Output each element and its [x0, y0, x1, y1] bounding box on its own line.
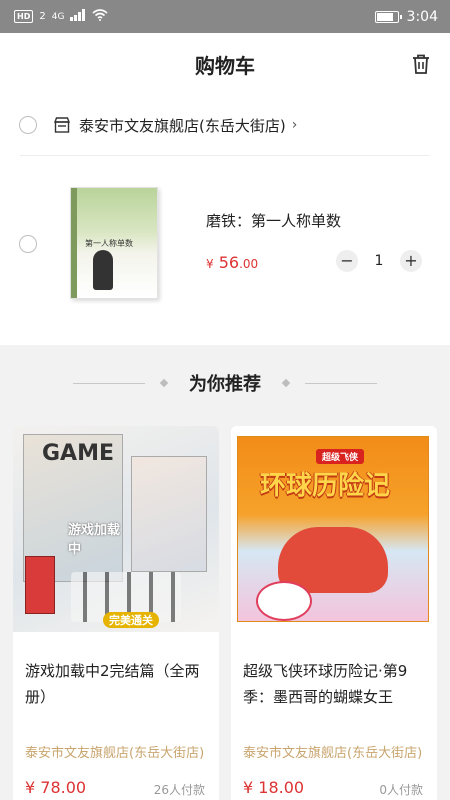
diamond-icon — [159, 378, 169, 388]
product-image[interactable]: 超级飞侠 环球历险记 — [231, 426, 437, 632]
product-store[interactable]: 泰安市文友旗舰店(东岳大街店) — [243, 742, 423, 761]
product-store[interactable]: 泰安市文友旗舰店(东岳大街店) — [25, 742, 205, 761]
sim-indicator: 2 — [39, 11, 46, 22]
cover-badge: 超级飞侠 — [316, 449, 365, 464]
network-indicator: 4G — [51, 11, 65, 22]
store-icon — [53, 116, 71, 134]
price-integer: 56 — [218, 253, 240, 272]
cover-title: 第一人称单数 — [85, 239, 133, 248]
cover-title: 游戏加载中 — [68, 523, 121, 557]
shop-name[interactable]: 泰安市文友旗舰店(东岳大街店) — [79, 115, 286, 136]
chevron-right-icon: › — [291, 117, 298, 133]
product-price: ¥ 78.00 — [25, 778, 87, 797]
battery-icon — [374, 10, 402, 23]
cart-section: 泰安市文友旗舰店(东岳大街店) › 第一人称单数 磨铁：第一人称单数 ¥ 56.… — [0, 95, 450, 345]
quantity-value[interactable]: 1 — [358, 253, 400, 269]
shop-row[interactable]: 泰安市文友旗舰店(东岳大街店) › — [0, 95, 450, 155]
product-price: ¥ 18.00 — [243, 778, 305, 797]
item-price: ¥ 56.00 — [206, 253, 258, 272]
shop-select-radio[interactable] — [19, 116, 37, 134]
divider — [73, 382, 145, 384]
paid-count: 26人付款 — [153, 783, 205, 797]
minus-button[interactable]: − — [336, 250, 358, 272]
paid-count: 0人付款 — [379, 783, 423, 797]
item-select-radio[interactable] — [19, 235, 37, 253]
trash-icon[interactable] — [410, 53, 432, 75]
page-title: 购物车 — [195, 53, 255, 78]
clock: 3:04 — [406, 8, 438, 25]
nav-bar: 购物车 — [0, 33, 450, 95]
product-image[interactable]: GAME 游戏加载中 完美通关 — [13, 426, 219, 632]
product-card[interactable]: 超级飞侠 环球历险记 超级飞侠环球历险记·第9季：墨西哥的蝴蝶女王 泰安市文友旗… — [231, 426, 437, 800]
price-decimal: .00 — [239, 257, 259, 271]
recommend-heading: 为你推荐 — [0, 365, 450, 401]
price-currency: ¥ — [206, 257, 214, 271]
quantity-stepper: − 1 + — [336, 250, 422, 272]
divider — [20, 155, 430, 156]
recommend-title: 为你推荐 — [189, 374, 261, 395]
signal-icon — [70, 9, 86, 24]
diamond-icon — [281, 378, 291, 388]
wifi-icon — [92, 9, 108, 24]
product-card[interactable]: GAME 游戏加载中 完美通关 游戏加载中2完结篇（全两册） 泰安市文友旗舰店(… — [13, 426, 219, 800]
cover-tag: 完美通关 — [103, 612, 159, 628]
product-name[interactable]: 超级飞侠环球历险记·第9季：墨西哥的蝴蝶女王 — [243, 658, 429, 710]
product-name[interactable]: 游戏加载中2完结篇（全两册） — [25, 658, 211, 710]
cover-text: GAME — [42, 441, 115, 466]
plus-button[interactable]: + — [400, 250, 422, 272]
hd-indicator: HD — [14, 10, 34, 23]
divider — [305, 382, 377, 384]
cover-title: 环球历险记 — [260, 471, 391, 501]
status-bar: HD 2 4G 3:04 — [0, 0, 450, 33]
item-title[interactable]: 磨铁：第一人称单数 — [206, 210, 341, 231]
book-cover-image[interactable]: 第一人称单数 — [70, 187, 158, 299]
